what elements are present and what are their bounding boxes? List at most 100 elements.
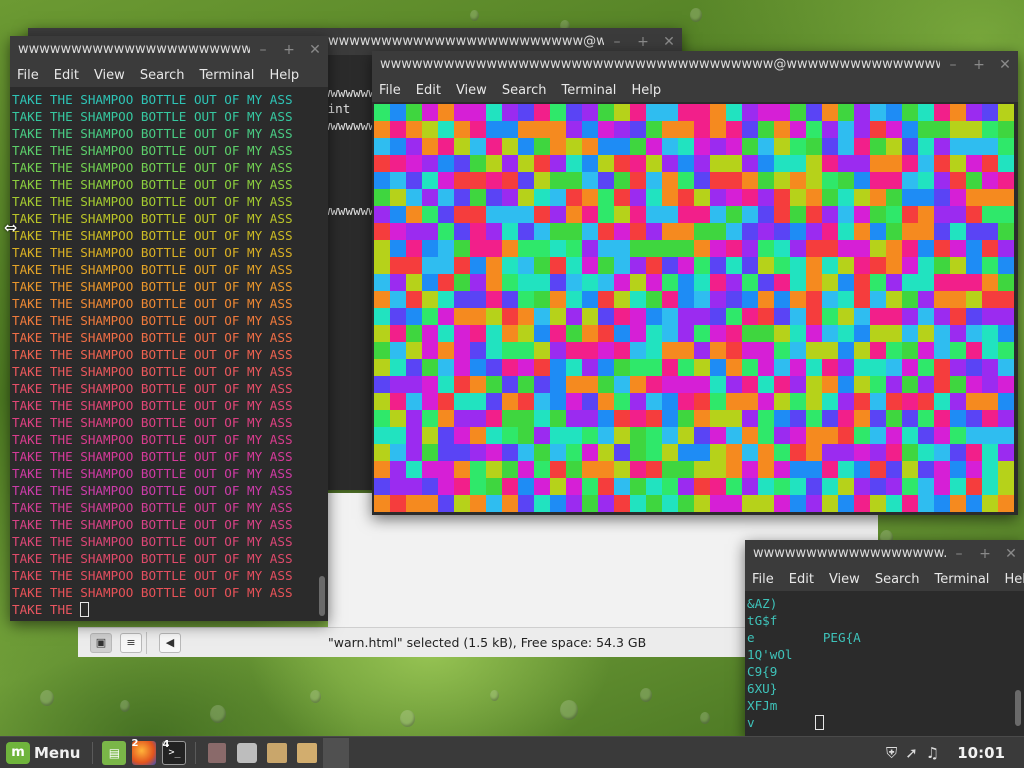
left-terminal-output[interactable]: TAKE THE SHAMPOO BOTTLE OUT OF MY ASS TAK… (10, 91, 328, 621)
noise-cell (806, 342, 822, 359)
noise-cell (870, 291, 886, 308)
noise-cell (838, 104, 854, 121)
maximize-icon[interactable]: + (276, 42, 302, 58)
noise-cell (998, 308, 1014, 325)
firefox-launcher[interactable]: 2 (131, 738, 157, 765)
volume-icon[interactable]: ♫ (926, 744, 939, 762)
noise-cell (982, 121, 998, 138)
close-icon[interactable]: ✕ (992, 57, 1018, 73)
noise-cell (662, 376, 678, 393)
menu-file[interactable]: File (17, 68, 39, 83)
minimize-icon[interactable]: – (940, 57, 966, 73)
noise-cell (726, 274, 742, 291)
pixel-terminal-window[interactable]: wwwwwwwwwwwwwwwwwwwwwwwwwwwwwwwwwwwww@ww… (372, 51, 1018, 515)
maximize-icon[interactable]: + (972, 546, 998, 562)
noise-cell (630, 325, 646, 342)
small-terminal-output[interactable]: &AZ) tG$f e PEG{A 1Q'wOl C9{9 6XU} XFJm v (745, 595, 1024, 736)
close-icon[interactable]: ✕ (998, 546, 1024, 562)
menu-search[interactable]: Search (502, 83, 547, 98)
menu-terminal[interactable]: Terminal (199, 68, 254, 83)
menu-terminal[interactable]: Terminal (561, 83, 616, 98)
noise-cell (998, 461, 1014, 478)
noise-cell (566, 240, 582, 257)
maximize-icon[interactable]: + (966, 57, 992, 73)
terminal-line: TAKE THE SHAMPOO BOTTLE OUT OF MY ASS (12, 364, 293, 379)
menu-edit[interactable]: Edit (54, 68, 79, 83)
clock[interactable]: 10:01 (957, 744, 1005, 762)
network-icon[interactable]: ➚ (905, 744, 918, 762)
scrollbar[interactable] (1015, 690, 1021, 726)
taskbar-window-button-active[interactable] (323, 737, 350, 768)
noise-cell (502, 308, 518, 325)
noise-cell (614, 257, 630, 274)
close-icon[interactable]: ✕ (656, 34, 682, 50)
noise-cell (550, 121, 566, 138)
minimize-icon[interactable]: – (250, 42, 276, 58)
taskbar-window-button[interactable] (293, 738, 321, 768)
files-launcher[interactable]: ▤ (102, 740, 127, 765)
taskbar-window-button[interactable] (233, 738, 261, 768)
close-icon[interactable]: ✕ (302, 42, 328, 58)
noise-cell (758, 478, 774, 495)
taskbar-window-button[interactable] (203, 738, 231, 768)
sidebar-toggle-button[interactable]: ◀ (159, 632, 181, 653)
noise-cell (726, 189, 742, 206)
noise-cell (614, 121, 630, 138)
noise-cell (454, 325, 470, 342)
noise-cell (758, 104, 774, 121)
noise-cell (710, 393, 726, 410)
scrollbar[interactable] (319, 576, 325, 616)
noise-cell (934, 461, 950, 478)
left-terminal-titlebar[interactable]: wwwwwwwwwwwwwwwwwwwwww... – + ✕ (10, 36, 328, 63)
menu-file[interactable]: File (379, 83, 401, 98)
noise-cell (838, 427, 854, 444)
shield-icon[interactable]: ⛨ (886, 744, 897, 762)
color-noise-output[interactable] (374, 104, 1014, 512)
terminal-launcher[interactable]: 4 >_ (162, 739, 187, 765)
terminal-line: TAKE THE SHAMPOO BOTTLE OUT OF MY ASS (12, 92, 293, 107)
noise-cell (870, 342, 886, 359)
noise-cell (854, 155, 870, 172)
small-terminal-window[interactable]: wwwwwwwwwwwwwwwwww... – + ✕ File Edit Vi… (745, 540, 1024, 736)
menu-edit[interactable]: Edit (789, 572, 814, 587)
menu-button[interactable]: m Menu (0, 737, 86, 768)
noise-cell (758, 427, 774, 444)
noise-cell (422, 206, 438, 223)
menu-edit[interactable]: Edit (416, 83, 441, 98)
left-terminal-window[interactable]: wwwwwwwwwwwwwwwwwwwwww... – + ✕ File Edi… (10, 36, 328, 621)
menu-search[interactable]: Search (875, 572, 920, 587)
noise-cell (518, 342, 534, 359)
noise-cell (678, 206, 694, 223)
small-terminal-titlebar[interactable]: wwwwwwwwwwwwwwwwww... – + ✕ (745, 540, 1024, 567)
menu-help[interactable]: Help (1004, 572, 1024, 587)
terminal-line: TAKE THE SHAMPOO BOTTLE OUT OF MY ASS (12, 398, 293, 413)
menu-view[interactable]: View (829, 572, 860, 587)
minimize-icon[interactable]: – (946, 546, 972, 562)
pixel-terminal-titlebar[interactable]: wwwwwwwwwwwwwwwwwwwwwwwwwwwwwwwwwwwww@ww… (372, 51, 1018, 78)
noise-cell (838, 223, 854, 240)
noise-cell (470, 427, 486, 444)
noise-cell (518, 495, 534, 512)
tree-toggle-button[interactable]: ≡ (120, 632, 142, 653)
noise-cell (726, 121, 742, 138)
noise-cell (678, 376, 694, 393)
places-toggle-button[interactable]: ▣ (90, 632, 112, 653)
menu-help[interactable]: Help (631, 83, 661, 98)
noise-cell (918, 359, 934, 376)
menu-view[interactable]: View (456, 83, 487, 98)
menu-file[interactable]: File (752, 572, 774, 587)
noise-cell (966, 138, 982, 155)
noise-cell (598, 291, 614, 308)
minimize-icon[interactable]: – (604, 34, 630, 50)
menu-help[interactable]: Help (269, 68, 299, 83)
noise-cell (406, 172, 422, 189)
noise-cell (662, 342, 678, 359)
menu-terminal[interactable]: Terminal (934, 572, 989, 587)
menu-search[interactable]: Search (140, 68, 185, 83)
maximize-icon[interactable]: + (630, 34, 656, 50)
noise-cell (854, 121, 870, 138)
taskbar-window-button[interactable] (263, 738, 291, 768)
noise-cell (982, 104, 998, 121)
menu-view[interactable]: View (94, 68, 125, 83)
noise-cell (438, 257, 454, 274)
